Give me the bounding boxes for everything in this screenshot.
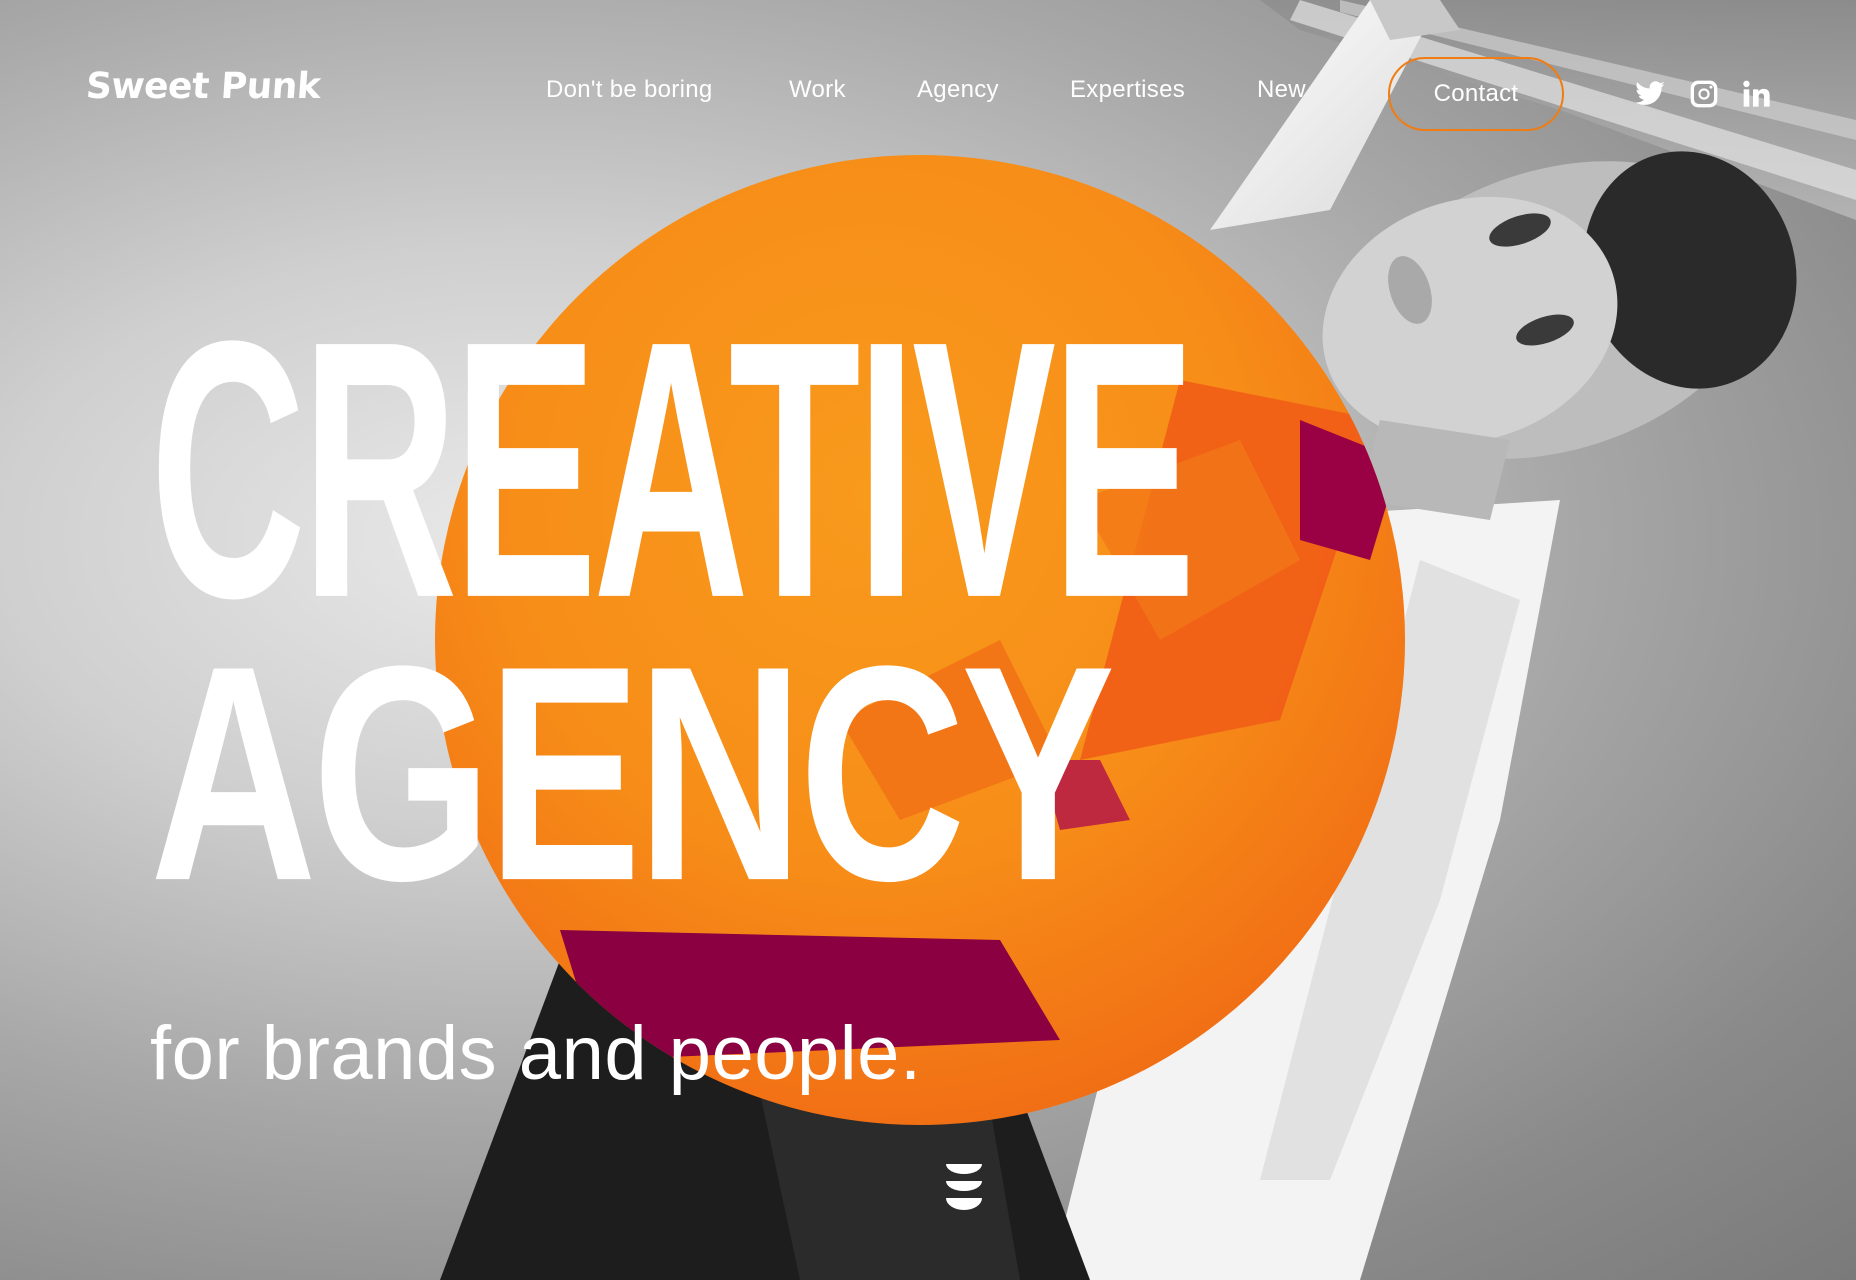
headline-line-2: AGENCY [150, 601, 1115, 945]
twitter-icon[interactable] [1634, 78, 1666, 110]
nav-item-dont-be-boring[interactable]: Don't be boring [546, 76, 713, 104]
nav-item-expertises[interactable]: Expertises [1070, 76, 1185, 104]
nav-item-news[interactable]: New [1257, 76, 1306, 104]
contact-button-label: Contact [1433, 80, 1519, 107]
hero-section: Sweet Punk Don't be boring Work Agency E… [0, 0, 1856, 1280]
scroll-down-icon[interactable] [944, 1162, 984, 1216]
hero-tagline: for brands and people. [150, 1011, 922, 1096]
linkedin-icon[interactable] [1741, 78, 1773, 110]
nav-item-agency[interactable]: Agency [917, 76, 999, 104]
headline-line-1: CREATIVE [150, 264, 1196, 674]
nav-item-work[interactable]: Work [789, 76, 846, 104]
contact-button[interactable]: Contact [1388, 57, 1564, 131]
brand-logo[interactable]: Sweet Punk [85, 66, 322, 107]
instagram-icon[interactable] [1688, 78, 1720, 110]
